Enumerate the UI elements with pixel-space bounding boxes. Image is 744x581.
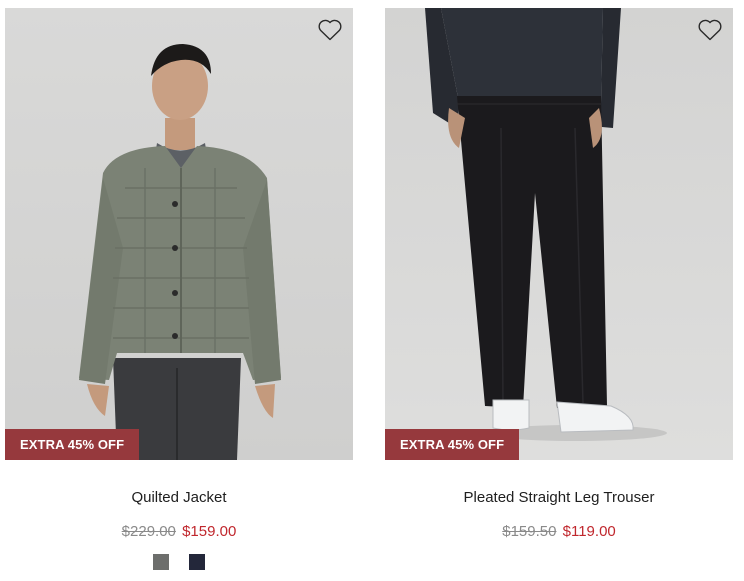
color-swatches (5, 554, 353, 570)
product-card-pleated-trouser[interactable]: EXTRA 45% OFF Pleated Straight Leg Trous… (385, 8, 733, 540)
original-price: $159.50 (502, 523, 557, 540)
product-card-quilted-jacket[interactable]: EXTRA 45% OFF Quilted Jacket $229.00 $15… (5, 8, 353, 570)
product-image-pleated-trouser[interactable]: EXTRA 45% OFF (385, 8, 733, 460)
original-price: $229.00 (121, 523, 176, 540)
price-row: $159.50 $119.00 (385, 523, 733, 540)
price-row: $229.00 $159.00 (5, 523, 353, 540)
heart-outline-icon[interactable] (697, 18, 723, 42)
product-image-quilted-jacket[interactable]: EXTRA 45% OFF (5, 8, 353, 460)
product-name[interactable]: Pleated Straight Leg Trouser (385, 489, 733, 506)
discount-badge: EXTRA 45% OFF (5, 429, 140, 460)
sale-price: $159.00 (182, 523, 237, 540)
product-name[interactable]: Quilted Jacket (5, 489, 353, 506)
heart-outline-icon[interactable] (317, 18, 343, 42)
discount-badge: EXTRA 45% OFF (385, 429, 520, 460)
color-swatch-grey[interactable] (153, 554, 169, 570)
sale-price: $119.00 (562, 523, 616, 540)
product-grid: EXTRA 45% OFF Quilted Jacket $229.00 $15… (0, 0, 744, 581)
color-swatch-navy[interactable] (189, 554, 205, 570)
